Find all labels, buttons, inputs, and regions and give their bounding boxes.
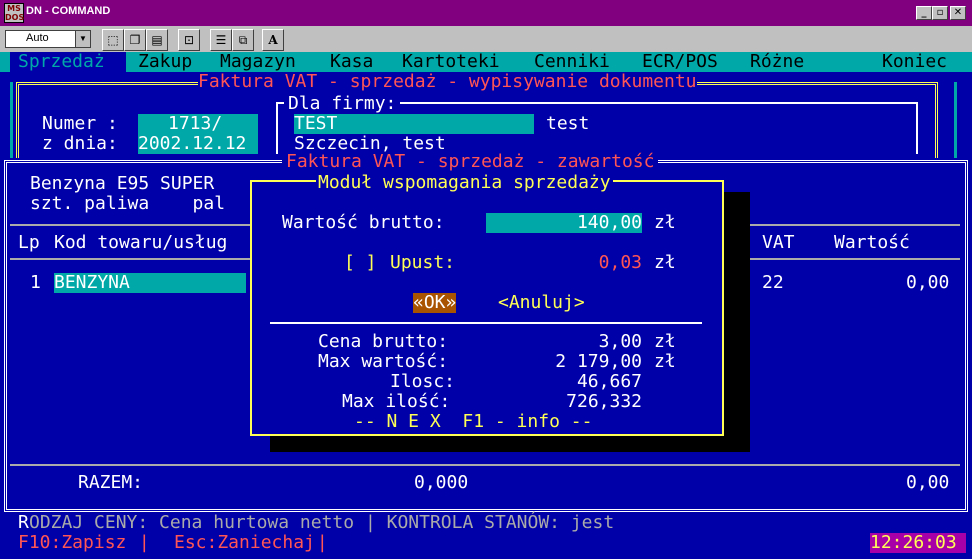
clock: 12:26:03 — [870, 533, 966, 553]
ilosc-value: 46,667 — [576, 371, 642, 392]
maxwart-value: 2 179,00 — [555, 351, 642, 372]
date-field[interactable]: 2002.12.12 — [138, 134, 258, 154]
menu-zakup[interactable]: Zakup — [138, 52, 192, 72]
upust-field[interactable]: 0,03 — [486, 253, 642, 273]
product-unit: szt. paliwa pal — [30, 193, 226, 214]
cancel-button[interactable]: <Anuluj> — [498, 293, 585, 313]
menu-cenniki[interactable]: Cenniki — [534, 52, 610, 72]
product-name: Benzyna E95 SUPER — [30, 173, 215, 194]
msdos-icon[interactable]: MS DOS — [4, 3, 24, 23]
row-kod[interactable]: BENZYNA — [54, 273, 246, 293]
content-title: Faktura VAT - sprzedaż - zawartość — [282, 152, 659, 172]
row-lp: 1 — [30, 272, 41, 293]
minimize-button[interactable]: _ — [916, 6, 932, 20]
numer-label: Numer : — [42, 113, 118, 134]
menu-kartoteki[interactable]: Kartoteki — [402, 52, 500, 72]
brutto-field[interactable]: 140,00 — [486, 213, 642, 233]
status-first-char: R — [18, 512, 29, 533]
dnia-label: z dnia: — [42, 133, 118, 154]
maxwart-currency: zł — [654, 351, 676, 372]
title-bar: MS DOS DN - COMMAND _ ▫ ✕ — [0, 0, 972, 26]
paste-icon[interactable]: ▤ — [146, 29, 168, 51]
col-lp: Lp — [18, 232, 40, 253]
upust-currency: zł — [654, 252, 676, 273]
chevron-down-icon[interactable]: ▼ — [75, 31, 90, 47]
razem-label: RAZEM: — [78, 472, 144, 493]
cena-currency: zł — [654, 331, 676, 352]
firma-label: Dla firmy: — [284, 94, 401, 114]
menu-sprzedaz[interactable]: Sprzedaż — [18, 52, 105, 72]
dialog-title: Moduł wspomagania sprzedaży — [316, 172, 613, 193]
menu-kasa[interactable]: Kasa — [330, 52, 373, 72]
properties-icon[interactable]: ☰ — [210, 29, 232, 51]
window-title: DN - COMMAND — [26, 5, 111, 17]
row-vat: 22 — [762, 272, 784, 293]
font-size-select[interactable]: Auto ▼ — [5, 30, 91, 48]
copy-icon[interactable]: ❐ — [124, 29, 146, 51]
maxilosc-label: Max ilość: — [342, 391, 451, 412]
row-wartosc: 0,00 — [906, 272, 950, 293]
status-separator-2: | — [306, 532, 328, 553]
mark-icon[interactable]: ⬚ — [102, 29, 124, 51]
ilosc-label: Ilosc: — [390, 371, 456, 392]
esc-cancel[interactable]: Esc:Zaniechaj — [174, 533, 315, 553]
cena-value: 3,00 — [598, 331, 642, 352]
razem-value: 0,00 — [906, 472, 950, 493]
razem-qty: 0,000 — [414, 472, 469, 493]
maximize-button[interactable]: ▫ — [932, 6, 948, 20]
ok-button[interactable]: «OK» — [413, 293, 457, 313]
brutto-currency: zł — [654, 212, 676, 233]
menu-magazyn[interactable]: Magazyn — [220, 52, 296, 72]
brutto-label: Wartość brutto: — [282, 212, 445, 233]
upust-checkbox[interactable]: [ ] — [344, 253, 377, 273]
font-icon[interactable]: A — [262, 29, 284, 51]
numer-field[interactable]: 1713/ — [138, 114, 258, 134]
fullscreen-icon[interactable]: ⊡ — [178, 29, 200, 51]
dos-screen: Sprzedaż Zakup Magazyn Kasa Kartoteki Ce… — [0, 52, 972, 559]
f10-save[interactable]: F10:Zapisz — [18, 533, 126, 553]
menu-rozne[interactable]: Różne — [750, 52, 804, 72]
maxilosc-value: 726,332 — [566, 391, 642, 412]
background-icon[interactable]: ⧉ — [232, 29, 254, 51]
menu-ecr-pos[interactable]: ECR/POS — [642, 52, 718, 72]
menu-koniec[interactable]: Koniec — [882, 52, 947, 72]
firma-extra: test — [546, 113, 590, 134]
upust-label: Upust: — [390, 252, 456, 273]
document-title: Faktura VAT - sprzedaż - wypisywanie dok… — [198, 71, 697, 92]
firma-name-field[interactable]: TEST — [294, 114, 534, 134]
col-vat: VAT — [762, 232, 795, 253]
status-separator: | — [128, 532, 161, 553]
status-price-info: ODZAJ CENY: Cena hurtowa netto | KONTROL… — [29, 512, 615, 533]
col-wartosc: Wartość — [834, 232, 910, 253]
maxwart-label: Max wartość: — [318, 351, 449, 372]
font-size-value: Auto — [26, 32, 49, 44]
close-button[interactable]: ✕ — [950, 6, 966, 20]
dialog-footer: -- N E X F1 - info -- — [354, 411, 593, 432]
cena-label: Cena brutto: — [318, 331, 449, 352]
col-kod: Kod towaru/usług — [54, 232, 228, 253]
